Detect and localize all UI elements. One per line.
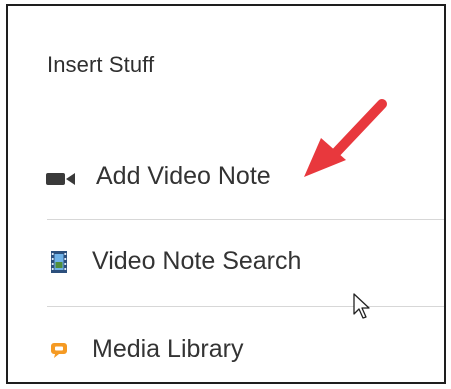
menu-item-media-library[interactable]: Media Library — [8, 320, 444, 380]
video-camera-icon — [46, 173, 75, 185]
menu-item-label: Media Library — [92, 335, 244, 363]
menu-item-label: Add Video Note — [96, 162, 271, 190]
insert-stuff-panel: Insert Stuff Add Video Note Video Note S… — [6, 4, 446, 384]
divider — [47, 219, 444, 220]
panel-title: Insert Stuff — [47, 52, 155, 77]
media-library-icon — [51, 343, 67, 358]
mouse-cursor-icon — [353, 293, 370, 319]
film-strip-icon — [51, 251, 67, 273]
menu-item-video-note-search[interactable]: Video Note Search — [8, 232, 444, 292]
menu-item-add-video-note[interactable]: Add Video Note — [8, 148, 444, 208]
menu-item-label: Video Note Search — [92, 247, 302, 275]
divider — [47, 306, 444, 307]
